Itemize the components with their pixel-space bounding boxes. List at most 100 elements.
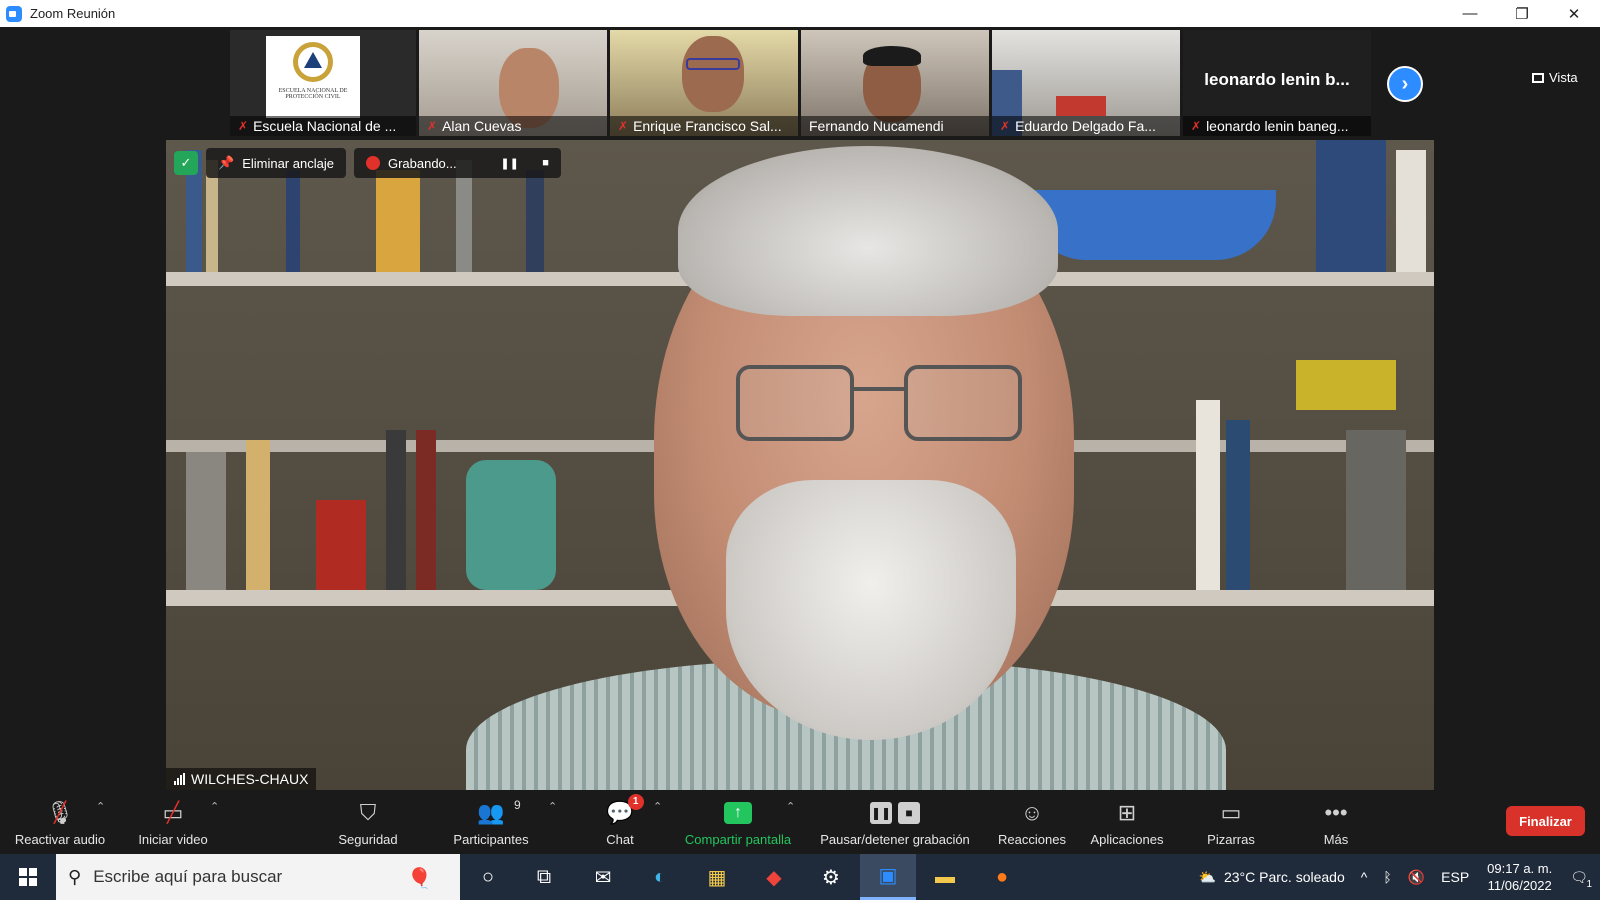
clock[interactable]: 09:17 a. m. 11/06/2022 [1477, 860, 1562, 894]
participant-name: Alan Cuevas [442, 118, 522, 134]
search-highlight-icon: 🎈 [407, 868, 432, 890]
reactions-smiley-icon: ☺ [1020, 799, 1044, 825]
participant-name: leonardo lenin baneg... [1206, 118, 1349, 134]
participant-tile[interactable]: ✗ Alan Cuevas [419, 30, 607, 136]
whiteboards-label: Pizarras [1207, 831, 1255, 847]
reactions-button[interactable]: ☺ Reacciones [992, 792, 1072, 854]
participants-label: Participantes [453, 831, 529, 847]
unmute-button[interactable]: 🎙 ╱ Reactivar audio [10, 792, 110, 854]
language-indicator[interactable]: ESP [1433, 869, 1477, 885]
mic-muted-icon: ✗ [427, 119, 438, 133]
windows-logo-icon [19, 868, 37, 886]
chat-button[interactable]: 💬 1 Chat [585, 792, 655, 854]
participants-options-caret-icon[interactable]: ⌃ [548, 800, 557, 813]
participants-button[interactable]: 👥 9 Participantes [446, 792, 536, 854]
participant-name: Eduardo Delgado Fa... [1015, 118, 1156, 134]
pause-stop-recording-label: Pausar/detener grabación [820, 831, 970, 847]
participant-tile[interactable]: Fernando Nucamendi [801, 30, 989, 136]
meeting-overlay-bar: ✓ 📌 Eliminar anclaje Grabando... ❚❚ ■ [174, 148, 561, 178]
notification-count: 1 [1586, 878, 1592, 890]
participant-tile[interactable]: ✗ Enrique Francisco Sal... [610, 30, 798, 136]
tray-expand-icon[interactable]: ^ [1353, 869, 1376, 885]
chat-options-caret-icon[interactable]: ⌃ [653, 800, 662, 813]
taskbar-search[interactable]: ⚲ Escribe aquí para buscar 🎈 [56, 854, 460, 900]
active-speaker-label: WILCHES-CHAUX [166, 768, 317, 790]
unpin-label: Eliminar anclaje [242, 155, 334, 171]
encryption-shield-icon[interactable]: ✓ [174, 151, 198, 175]
minimize-button[interactable]: — [1444, 0, 1496, 27]
anydesk-icon[interactable]: ◆ [746, 854, 802, 900]
clock-date: 11/06/2022 [1487, 878, 1552, 893]
participants-count: 9 [514, 797, 521, 812]
end-meeting-button[interactable]: Finalizar [1506, 806, 1585, 836]
zoom-app-icon [6, 5, 22, 22]
file-explorer-icon[interactable]: ▬ [917, 854, 973, 900]
participant-name: Enrique Francisco Sal... [633, 118, 782, 134]
active-speaker-video [166, 140, 1434, 790]
grid-view-icon [1532, 72, 1544, 83]
more-button[interactable]: ••• Más [1308, 792, 1364, 854]
whiteboards-button[interactable]: ▭ Pizarras [1196, 792, 1266, 854]
shield-icon: ⛉ [359, 799, 377, 825]
edge-browser-icon[interactable]: ◐ [632, 854, 688, 900]
cortana-icon[interactable]: ○ [460, 854, 516, 900]
start-button[interactable] [0, 854, 56, 900]
participant-tile[interactable]: ESCUELA NACIONAL DE PROTECCIÓN CIVIL ✗ Es… [230, 30, 416, 136]
zoom-taskbar-icon[interactable]: ▣ [860, 854, 916, 900]
unmute-label: Reactivar audio [14, 831, 106, 847]
restore-button[interactable]: ❐ [1496, 0, 1548, 27]
window-title: Zoom Reunión [30, 6, 116, 21]
settings-gear-icon[interactable]: ⚙ [803, 854, 859, 900]
security-label: Seguridad [338, 831, 398, 847]
task-view-icon[interactable]: ⧉ [516, 854, 572, 900]
pause-stop-recording-button[interactable]: ❚❚ ■ Pausar/detener grabación [812, 792, 978, 854]
store-icon[interactable]: ▦ [689, 854, 745, 900]
participants-icon: 👥 9 [477, 797, 521, 825]
apps-icon: ⊞ [1117, 799, 1137, 825]
view-button[interactable]: Vista [1532, 70, 1578, 85]
mail-icon[interactable]: ✉ [575, 854, 631, 900]
bluetooth-icon[interactable]: ᛒ [1375, 869, 1399, 885]
volume-muted-icon[interactable]: 🔇 [1400, 869, 1433, 886]
mic-muted-icon: ✗ [1000, 119, 1011, 133]
pause-stop-recording-icon: ❚❚ ■ [870, 800, 920, 826]
share-screen-icon: ↑ [724, 801, 752, 824]
video-off-icon: ▭ ╱ [162, 799, 184, 825]
security-button[interactable]: ⛉ Seguridad [328, 792, 408, 854]
title-bar: Zoom Reunión — ❐ ✕ [0, 0, 1600, 27]
apps-label: Aplicaciones [1090, 831, 1164, 847]
reactions-label: Reacciones [998, 831, 1066, 847]
participant-name: Escuela Nacional de ... [253, 118, 397, 134]
apps-button[interactable]: ⊞ Aplicaciones [1082, 792, 1172, 854]
chat-unread-badge: 1 [627, 793, 644, 810]
participant-name: Fernando Nucamendi [809, 118, 944, 134]
search-placeholder: Escribe aquí para buscar [93, 867, 283, 886]
weather-sun-cloud-icon: ⛅ [1198, 868, 1216, 885]
weather-label: 23°C Parc. soleado [1223, 869, 1345, 885]
next-page-arrow-icon[interactable]: › [1387, 66, 1423, 102]
weather-widget[interactable]: ⛅ 23°C Parc. soleado [1191, 869, 1353, 886]
more-label: Más [1323, 831, 1349, 847]
share-screen-button[interactable]: ↑ Compartir pantalla [676, 792, 800, 854]
video-options-caret-icon[interactable]: ⌃ [210, 800, 219, 813]
firefox-icon[interactable]: ● [974, 854, 1030, 900]
unpin-button[interactable]: 📌 Eliminar anclaje [206, 148, 346, 178]
close-button[interactable]: ✕ [1548, 0, 1600, 27]
pause-recording-icon[interactable]: ❚❚ [500, 156, 518, 170]
chat-icon: 💬 1 [606, 793, 644, 826]
mic-muted-icon: ✗ [238, 119, 249, 133]
participant-tile[interactable]: leonardo lenin b... ✗ leonardo lenin bane… [1183, 30, 1371, 136]
more-dots-icon: ••• [1324, 799, 1348, 825]
speaker-name: WILCHES-CHAUX [191, 771, 309, 787]
share-options-caret-icon[interactable]: ⌃ [786, 800, 795, 813]
zoom-window: Zoom Reunión — ❐ ✕ ESCUELA NACIONAL DE P… [0, 0, 1600, 854]
audio-options-caret-icon[interactable]: ⌃ [96, 800, 105, 813]
notification-center-icon[interactable]: 🗨 1 [1562, 869, 1600, 890]
system-tray: ⛅ 23°C Parc. soleado ^ ᛒ 🔇 ESP 09:17 a. … [1191, 854, 1600, 900]
stop-recording-icon[interactable]: ■ [539, 156, 553, 170]
pin-icon: 📌 [218, 155, 235, 170]
participant-tile[interactable]: ✗ Eduardo Delgado Fa... [992, 30, 1180, 136]
participant-display-name: leonardo lenin b... [1204, 70, 1350, 89]
start-video-button[interactable]: ▭ ╱ Iniciar video [128, 792, 218, 854]
chat-label: Chat [606, 831, 634, 847]
